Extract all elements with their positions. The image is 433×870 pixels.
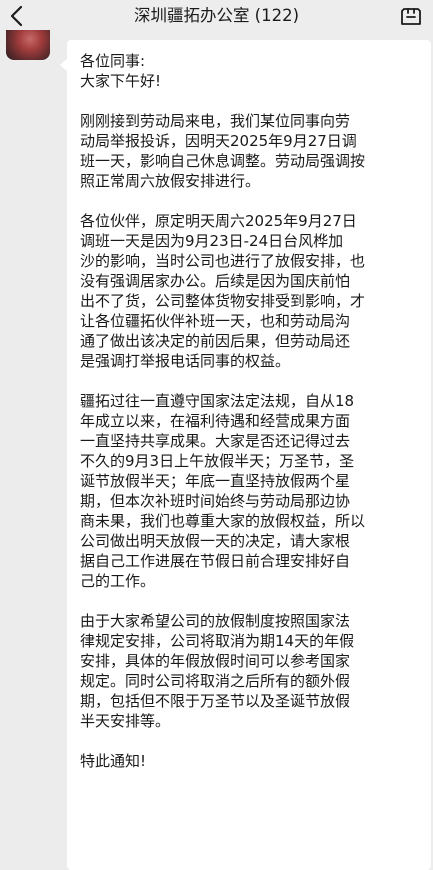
message-paragraph-explanation: 各位伙伴，原定明天周六2025年9月27日 调班一天是因为9月23日-24日台风… <box>80 212 366 370</box>
message-paragraph-closing: 特此通知! <box>80 752 147 770</box>
message-paragraph-complaint: 刚刚接到劳动局来电，我们某位同事向劳 动局举报投诉，因明天2025年9月27日调… <box>80 112 366 190</box>
message-paragraph-policy-change: 由于大家希望公司的放假制度按照国家法 律规定安排，公司将取消为期14天的年假 安… <box>80 612 355 730</box>
chat-title: 深圳疆拓办公室 (122) <box>133 6 300 25</box>
message-text: 各位同事: 大家下午好! 刚刚接到劳动局来电，我们某位同事向劳 动局举报投诉，因… <box>80 51 425 771</box>
chat-header: 深圳疆拓办公室 (122) <box>0 0 433 34</box>
more-icon <box>401 8 421 25</box>
sender-avatar[interactable] <box>6 30 50 60</box>
message-paragraph-benefits: 疆拓过往一直遵守国家法定法规，自从18 年成立以来，在福利待遇和经营成果方面 一… <box>80 392 366 590</box>
message-paragraph-greeting: 各位同事: 大家下午好! <box>80 52 162 90</box>
more-button[interactable] <box>397 2 425 30</box>
